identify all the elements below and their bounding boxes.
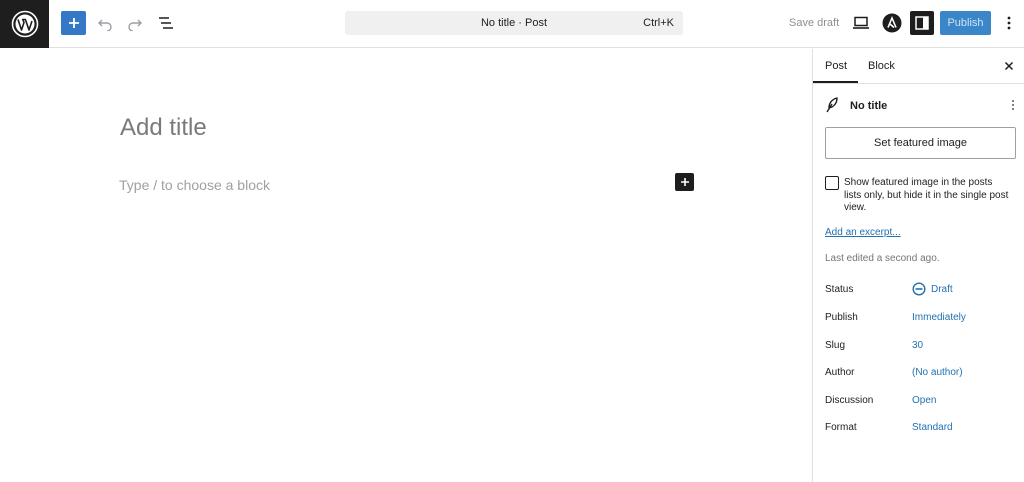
featured-image-checkbox[interactable] (825, 176, 839, 190)
undo-button[interactable] (92, 10, 118, 36)
meta-row-status: Status Draft (825, 282, 1015, 300)
post-name: No title (850, 100, 888, 112)
save-draft-button[interactable]: Save draft (789, 17, 839, 29)
add-block-button[interactable] (61, 11, 86, 35)
close-icon (1004, 61, 1014, 71)
meta-key: Status (825, 284, 854, 295)
format-button[interactable]: Standard (912, 422, 953, 433)
command-palette-button[interactable]: No title · Post Ctrl+K (345, 11, 683, 35)
meta-key: Format (825, 422, 857, 433)
slug-button[interactable]: 30 (912, 340, 923, 351)
more-vertical-icon (1007, 16, 1011, 30)
meta-key: Discussion (825, 395, 874, 406)
desktop-preview-icon (853, 16, 869, 29)
editor-canvas: Add title Type / to choose a block (0, 49, 812, 482)
redo-icon (128, 19, 142, 31)
undo-icon (98, 19, 112, 31)
post-feather-icon (825, 97, 839, 118)
shortcut-hint: Ctrl+K (643, 17, 674, 29)
inline-add-block-button[interactable] (675, 173, 694, 191)
preview-button[interactable] (848, 10, 874, 36)
redo-button[interactable] (122, 10, 148, 36)
last-edited-text: Last edited a second ago. (825, 253, 940, 264)
meta-key: Publish (825, 312, 858, 323)
options-button[interactable] (996, 10, 1022, 36)
block-placeholder[interactable]: Type / to choose a block (119, 177, 270, 193)
document-title: No title · Post (480, 17, 548, 29)
status-draft-icon (912, 282, 926, 299)
meta-row-slug: Slug 30 (825, 340, 1015, 356)
featured-image-checkbox-label[interactable]: Show featured image in the posts lists o… (844, 177, 1009, 215)
publish-date-button[interactable]: Immediately (912, 312, 966, 323)
active-tab-indicator (813, 81, 858, 83)
post-summary-header: No title (825, 96, 1015, 116)
meta-key: Author (825, 367, 855, 378)
settings-toggle-button[interactable] (910, 11, 934, 35)
sidebar-toggle-icon (915, 16, 929, 30)
settings-sidebar: Post Block No title Set featured image S… (812, 49, 1024, 482)
tab-post[interactable]: Post (825, 60, 847, 72)
author-button[interactable]: (No author) (912, 367, 963, 378)
meta-row-discussion: Discussion Open (825, 395, 1015, 411)
list-view-icon (159, 17, 173, 29)
meta-row-publish: Publish Immediately (825, 312, 1015, 328)
wordpress-logo-icon[interactable] (0, 0, 49, 48)
list-view-button[interactable] (153, 10, 179, 36)
close-sidebar-button[interactable] (1002, 59, 1016, 73)
status-value-button[interactable]: Draft (931, 284, 953, 295)
sidebar-tabs: Post Block (813, 49, 1024, 84)
meta-row-format: Format Standard (825, 422, 1015, 438)
meta-row-author: Author (No author) (825, 367, 1015, 383)
meta-key: Slug (825, 340, 846, 351)
plus-icon (680, 178, 689, 186)
plus-icon (68, 18, 79, 28)
astra-settings-button[interactable] (879, 10, 905, 36)
post-title-input[interactable]: Add title (120, 114, 207, 142)
publish-button[interactable]: Publish (940, 11, 991, 35)
post-actions-button[interactable] (1011, 98, 1015, 116)
discussion-button[interactable]: Open (912, 395, 936, 406)
set-featured-image-button[interactable]: Set featured image (825, 127, 1016, 159)
add-excerpt-link[interactable]: Add an excerpt... (825, 227, 901, 238)
more-vertical-icon (1011, 99, 1015, 111)
tab-block[interactable]: Block (868, 60, 895, 72)
editor-header: No title · Post Ctrl+K Save draft Publis… (0, 0, 1024, 48)
astra-icon (882, 13, 902, 33)
